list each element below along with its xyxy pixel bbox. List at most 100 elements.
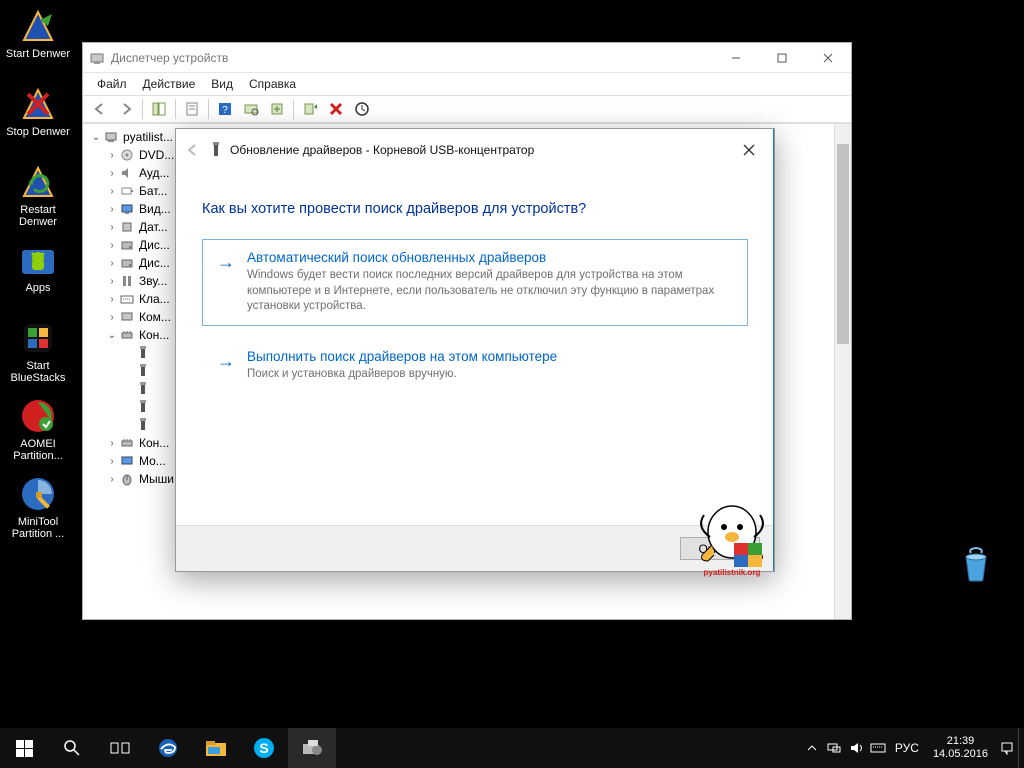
option-description: Поиск и установка драйверов вручную.: [247, 367, 733, 383]
menu-action[interactable]: Действие: [135, 75, 204, 93]
tree-node-label: Кон...: [139, 436, 169, 450]
minimize-button[interactable]: [713, 43, 759, 72]
back-button[interactable]: [88, 97, 112, 121]
menu-file[interactable]: Файл: [89, 75, 135, 93]
app-icon: [83, 50, 111, 66]
tray-clock[interactable]: 21:39 14.05.2016: [925, 735, 996, 761]
aomei-partition-icon: [18, 396, 58, 436]
svg-text:?: ?: [222, 105, 228, 116]
tree-node-label: Дис...: [139, 238, 170, 252]
recycle-bin[interactable]: Корзина: [938, 545, 1014, 603]
tray-volume-icon[interactable]: [845, 728, 867, 768]
scan-hardware-button[interactable]: [350, 97, 374, 121]
task-view-button[interactable]: [96, 728, 144, 768]
display-icon: [119, 201, 135, 217]
show-desktop-button[interactable]: [1018, 728, 1024, 768]
usb-icon: [135, 399, 151, 415]
scan-button[interactable]: [239, 97, 263, 121]
show-hide-tree-button[interactable]: [147, 97, 171, 121]
start-bluestacks-icon: [18, 318, 58, 358]
maximize-button[interactable]: [759, 43, 805, 72]
tree-node-label: Дис...: [139, 256, 170, 270]
tree-node-label: Мо...: [139, 454, 166, 468]
dialog-header[interactable]: Обновление драйверов - Корневой USB-конц…: [176, 129, 774, 171]
taskbar-explorer[interactable]: [192, 728, 240, 768]
tree-node-label: pyatilist...: [123, 130, 173, 144]
desktop-icon-aomei-partition[interactable]: AOMEI Partition...: [0, 390, 76, 468]
taskbar-skype[interactable]: S: [240, 728, 288, 768]
tray-chevron-icon[interactable]: [801, 728, 823, 768]
controller-icon: [119, 435, 135, 451]
desktop-icon-start-denwer[interactable]: Start Denwer: [0, 0, 76, 78]
desktop-icon-restart-denwer[interactable]: Restart Denwer: [0, 156, 76, 234]
system-tray: РУС 21:39 14.05.2016: [801, 728, 1024, 768]
dialog-body: Как вы хотите провести поиск драйверов д…: [176, 171, 774, 525]
tray-devices-icon[interactable]: [823, 728, 845, 768]
sound-icon: [119, 165, 135, 181]
option-browse-computer[interactable]: → Выполнить поиск драйверов на этом комп…: [202, 338, 748, 394]
dialog-heading: Как вы хотите провести поиск драйверов д…: [202, 201, 748, 217]
properties-button[interactable]: [180, 97, 204, 121]
taskbar-device-manager[interactable]: [288, 728, 336, 768]
desktop-icon-minitool-partition[interactable]: MiniTool Partition ...: [0, 468, 76, 546]
battery-icon: [119, 183, 135, 199]
option-auto-search[interactable]: → Автоматический поиск обновленных драйв…: [202, 239, 748, 326]
tray-notifications-icon[interactable]: [996, 728, 1018, 768]
menu-view[interactable]: Вид: [203, 75, 241, 93]
arrow-icon: →: [217, 349, 235, 383]
toolbar: ?: [83, 95, 851, 123]
desktop-icon-label: AOMEI Partition...: [0, 438, 76, 462]
option-title: Автоматический поиск обновленных драйвер…: [247, 250, 733, 265]
close-button[interactable]: [805, 43, 851, 72]
audio-icon: [119, 273, 135, 289]
scrollbar[interactable]: [834, 124, 851, 619]
tree-node-label: Зву...: [139, 274, 167, 288]
back-arrow-icon[interactable]: [184, 143, 202, 157]
disk-icon: [119, 237, 135, 253]
desktop-icon-label: Start Denwer: [6, 48, 70, 60]
arrow-icon: →: [217, 250, 235, 315]
help-toolbar-button[interactable]: ?: [213, 97, 237, 121]
update-driver-button[interactable]: [265, 97, 289, 121]
start-denwer-icon: [18, 6, 58, 46]
window-title: Диспетчер устройств: [111, 51, 713, 65]
update-driver-dialog: Обновление драйверов - Корневой USB-конц…: [175, 128, 775, 572]
minitool-partition-icon: [18, 474, 58, 514]
desktop-icon-stop-denwer[interactable]: Stop Denwer: [0, 78, 76, 156]
forward-button[interactable]: [114, 97, 138, 121]
usb-icon: [135, 363, 151, 379]
disk-icon: [119, 255, 135, 271]
search-button[interactable]: [48, 728, 96, 768]
tree-node-label: Кон...: [139, 328, 169, 342]
pc-icon: [103, 129, 119, 145]
computer-icon: [119, 309, 135, 325]
tree-node-label: Дат...: [139, 220, 168, 234]
tree-node-label: Бат...: [139, 184, 167, 198]
tree-node-label: Кла...: [139, 292, 170, 306]
desktop-icon-label: Restart Denwer: [0, 204, 76, 228]
taskbar: S РУС 21:39 14.05.2016: [0, 728, 1024, 768]
monitor-icon: [119, 453, 135, 469]
tray-keyboard-icon[interactable]: [867, 728, 889, 768]
desktop-icons-column: Start Denwer Stop Denwer Restart Denwer App…: [0, 0, 80, 546]
taskbar-edge[interactable]: [144, 728, 192, 768]
svg-text:S: S: [259, 740, 268, 756]
desktop-icon-apps[interactable]: Apps: [0, 234, 76, 312]
start-button[interactable]: [0, 728, 48, 768]
desktop-icon-label: MiniTool Partition ...: [0, 516, 76, 540]
option-title: Выполнить поиск драйверов на этом компью…: [247, 349, 733, 364]
scrollbar-thumb[interactable]: [837, 144, 849, 344]
desktop-icon-label: Start BlueStacks: [0, 360, 76, 384]
controller-icon: [119, 327, 135, 343]
keyboard-icon: [119, 291, 135, 307]
desktop-icon-start-bluestacks[interactable]: Start BlueStacks: [0, 312, 76, 390]
menu-help[interactable]: Справка: [241, 75, 304, 93]
cancel-button[interactable]: Отмена: [680, 537, 760, 560]
enable-button[interactable]: [298, 97, 322, 121]
desktop: Start Denwer Stop Denwer Restart Denwer App…: [0, 0, 1024, 768]
stop-denwer-icon: [18, 84, 58, 124]
uninstall-button[interactable]: [324, 97, 348, 121]
titlebar[interactable]: Диспетчер устройств: [83, 43, 851, 73]
tray-language[interactable]: РУС: [889, 741, 925, 755]
dialog-close-button[interactable]: [732, 135, 766, 165]
